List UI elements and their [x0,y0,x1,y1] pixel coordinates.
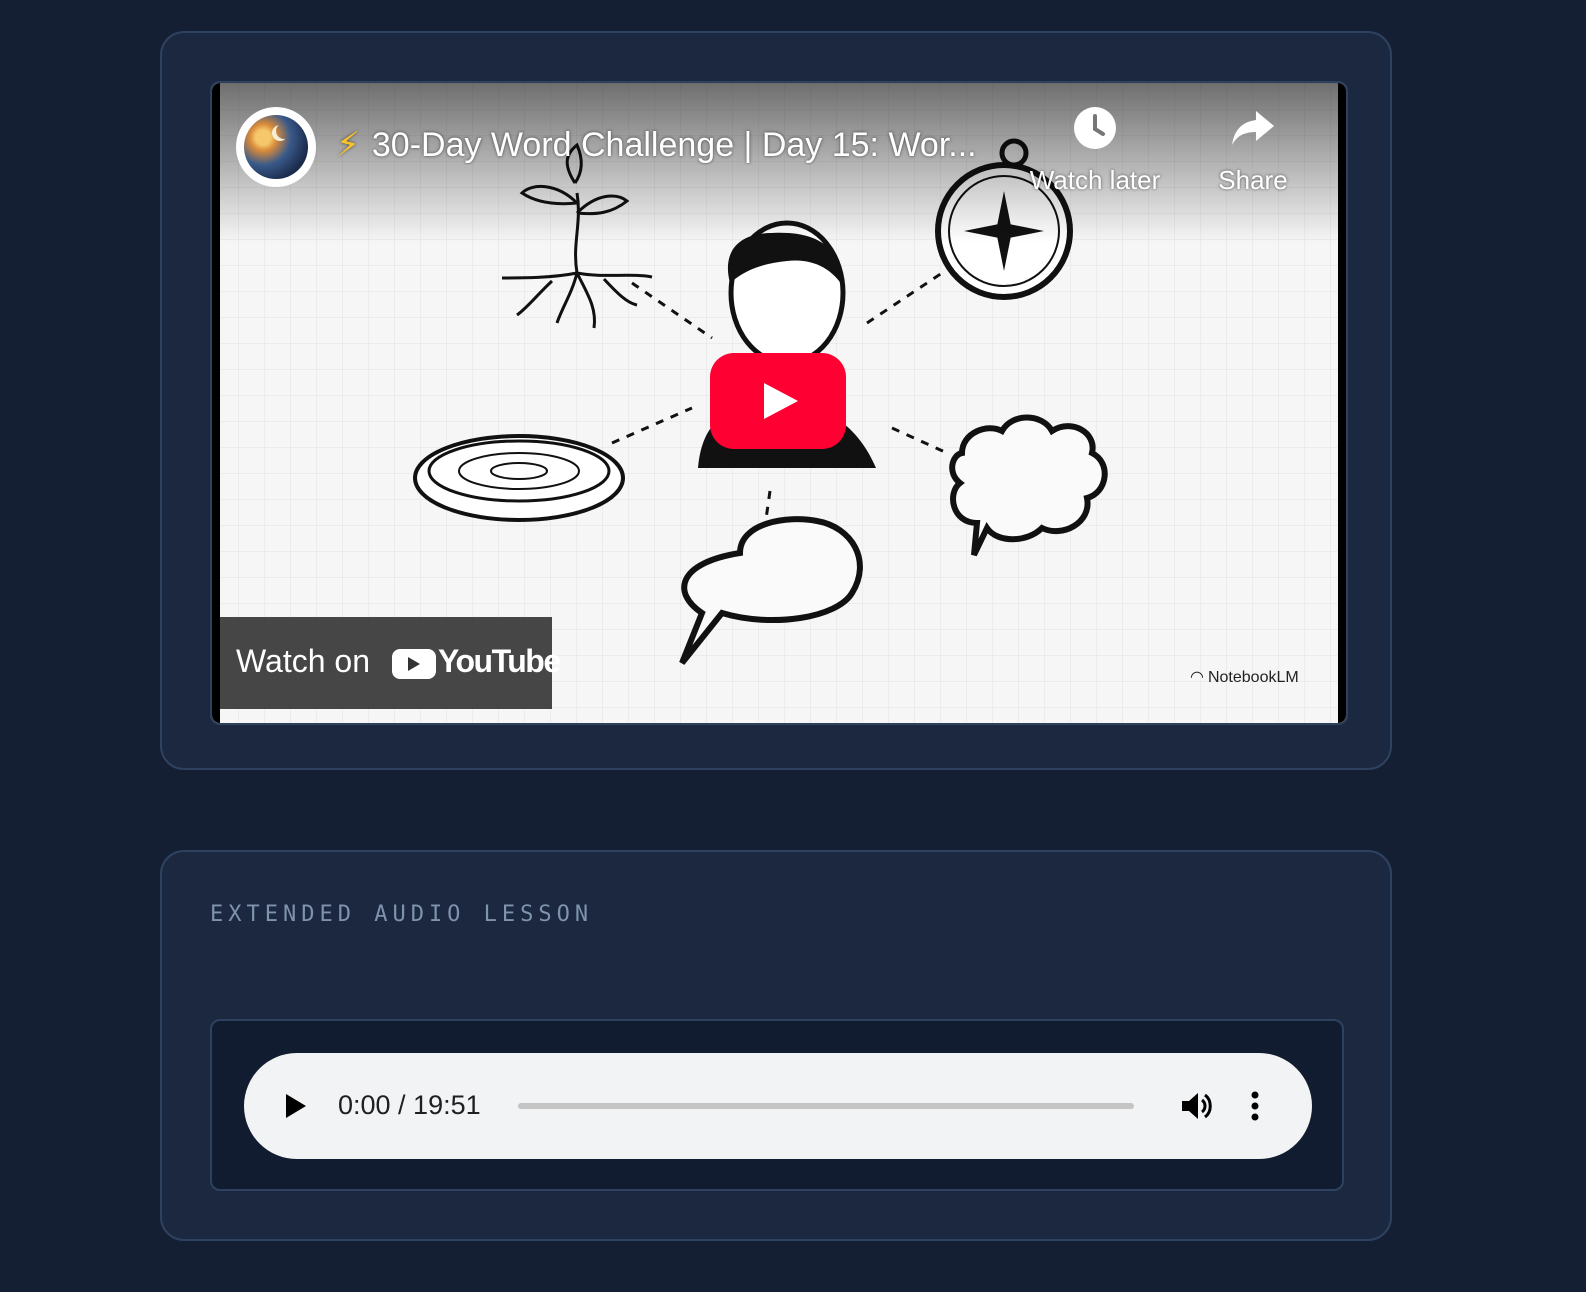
audio-time: 0:00 / 19:51 [338,1090,481,1120]
share-arrow-icon [1232,111,1274,145]
audio-player: 0:00 / 19:51 [244,1053,1312,1159]
watch-on-youtube-button[interactable]: Watch on YouTube [220,617,561,709]
play-icon [764,383,798,419]
watch-on-label: Watch on [236,643,370,679]
watch-later-button[interactable]: Watch later [1020,105,1170,196]
video-card: ⚡ 30-Day Word Challenge | Day 15: Wor... … [160,31,1392,770]
notebooklm-icon: ◠ [1190,669,1204,686]
youtube-embed[interactable]: ⚡ 30-Day Word Challenge | Day 15: Wor... … [210,81,1348,725]
youtube-wordmark: YouTube [438,643,561,679]
video-title[interactable]: ⚡ 30-Day Word Challenge | Day 15: Wor... [336,125,1036,165]
audio-progress-bar[interactable] [518,1103,1134,1109]
share-label: Share [1218,165,1288,195]
lightning-bolt-icon: ⚡ [336,126,360,164]
watch-later-label: Watch later [1029,165,1161,195]
audio-card: EXTENDED AUDIO LESSON 0:00 / 19:51 [160,850,1392,1241]
notebooklm-watermark: ◠ NotebookLM [1190,667,1299,687]
section-label: EXTENDED AUDIO LESSON [210,902,594,927]
youtube-logo-icon [392,649,436,679]
plate-drawing [413,434,625,522]
volume-icon[interactable] [1180,1090,1214,1122]
channel-avatar[interactable] [236,107,316,187]
audio-player-container: 0:00 / 19:51 [210,1019,1344,1191]
audio-play-button[interactable] [286,1094,306,1118]
notebooklm-label: NotebookLM [1207,669,1299,686]
share-button[interactable]: Share [1178,105,1328,196]
clock-icon [1074,107,1116,149]
video-title-text[interactable]: 30-Day Word Challenge | Day 15: Wor... [372,126,977,164]
more-vert-icon[interactable] [1250,1090,1260,1122]
video-play-button[interactable] [710,353,846,449]
